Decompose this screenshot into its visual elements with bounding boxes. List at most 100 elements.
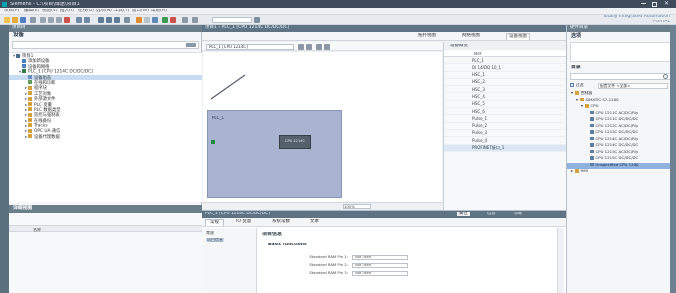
project-tree-filter[interactable]: [12, 41, 199, 49]
menu-item-window[interactable]: 窗口(W): [132, 9, 149, 14]
device-dropdown[interactable]: PLC_1 [CPU 1214C]: [206, 43, 294, 50]
paste-icon[interactable]: [56, 17, 62, 23]
column-module[interactable]: 模块: [474, 52, 482, 56]
menu-item-online[interactable]: 在线(O): [78, 9, 94, 14]
undo-icon[interactable]: [76, 17, 82, 23]
details-view-header[interactable]: 详细视图: [9, 205, 202, 213]
editor-view-tabs: 拓扑视图 网络视图 设备视图: [202, 32, 566, 41]
maximize-icon[interactable]: [652, 1, 657, 7]
menu-item-insert[interactable]: 插入(I): [60, 9, 74, 14]
overview-row[interactable]: DI 14/DQ 10_1: [444, 64, 567, 72]
tree-item-icon: [28, 128, 32, 133]
search-project-icon[interactable]: [254, 17, 260, 23]
property-field-input[interactable]: Not used: [352, 255, 408, 260]
tab-device-view[interactable]: 设备视图: [506, 33, 530, 40]
canvas-scrollbar[interactable]: 100%: [203, 202, 442, 210]
property-field-input[interactable]: Not used: [352, 263, 408, 268]
tab-diagnostics[interactable]: 诊断: [514, 212, 523, 216]
show-labels-icon[interactable]: [316, 43, 322, 50]
catalog-section-title[interactable]: 目录: [567, 65, 676, 72]
overview-row[interactable]: HSC_5: [444, 101, 567, 109]
overview-row[interactable]: HSC_4: [444, 93, 567, 101]
search-project-field[interactable]: [212, 17, 252, 23]
menu-item-view[interactable]: 视图(V): [42, 9, 58, 14]
menu-item-edit[interactable]: 编辑(E): [24, 9, 39, 14]
tab-general[interactable]: 常规: [205, 219, 224, 226]
upload-icon[interactable]: [114, 17, 120, 23]
zoom-level-select[interactable]: 100%: [343, 204, 371, 209]
download-icon[interactable]: [106, 17, 112, 23]
start-cpu-icon[interactable]: [162, 17, 168, 23]
tab-topology-view[interactable]: 拓扑视图: [416, 33, 438, 40]
tree-view-toggle-icon[interactable]: [186, 43, 196, 47]
nav-item-general[interactable]: 常规: [206, 231, 214, 235]
task-cards-side-tabs[interactable]: [670, 25, 676, 293]
tree-item-icon: [28, 75, 32, 80]
tab-texts[interactable]: 文本: [306, 219, 323, 226]
overview-row[interactable]: HSC_2: [444, 79, 567, 87]
close-icon[interactable]: ✕: [664, 1, 669, 7]
nav-item-project-info[interactable]: 项目信息: [206, 238, 224, 242]
tab-info[interactable]: 信息: [487, 212, 496, 216]
profile-dropdown[interactable]: 配置文件 <全部>: [598, 83, 668, 89]
overview-row[interactable]: HSC_3: [444, 86, 567, 94]
plc-rack[interactable]: PLC_1 CPU 1214C: [207, 110, 342, 198]
inspector-tabs: 常规 IO 变量 系统常数 文本: [202, 218, 566, 227]
catalog-search-input[interactable]: [570, 73, 674, 80]
details-column-header: 名称: [9, 225, 202, 232]
catalog-search-icon[interactable]: [663, 74, 668, 79]
cross-reference-icon[interactable]: [182, 17, 188, 23]
redo-icon[interactable]: [84, 17, 90, 23]
inspector-window: PLC_1 [CPU 1214C DC/DC/DC] 属性 信息 诊断 常规 I…: [202, 210, 566, 293]
tree-item-icon: [28, 96, 32, 101]
catalog-item[interactable]: ▸ HMI: [567, 169, 676, 176]
tab-properties[interactable]: 属性: [457, 212, 470, 217]
new-project-icon[interactable]: [4, 17, 10, 23]
filter-checkbox[interactable]: [570, 83, 574, 87]
tab-io-tags[interactable]: IO 变量: [232, 219, 255, 226]
details-column-name[interactable]: 名称: [33, 228, 41, 232]
overview-row[interactable]: HSC_6: [444, 108, 567, 116]
tab-network-view[interactable]: 网络视图: [460, 33, 482, 40]
go-offline-icon[interactable]: [144, 17, 150, 23]
tree-item-label: PLC_1 [CPU 1214C DC/DC/DC]: [28, 69, 93, 75]
rack-label: PLC_1: [212, 116, 236, 125]
tree-item[interactable]: ▸ 设备代理数据: [9, 134, 202, 140]
print-icon[interactable]: [30, 17, 36, 23]
device-editor: 项目1 › PLC_1 [CPU 1214C DC/DC/DC] 拓扑视图 网络…: [202, 25, 567, 210]
copy-icon[interactable]: [48, 17, 54, 23]
inspector-header: PLC_1 [CPU 1214C DC/DC/DC] 属性 信息 诊断: [202, 211, 566, 218]
compile-icon[interactable]: [98, 17, 104, 23]
zoom-out-icon[interactable]: [306, 43, 312, 50]
tab-device-overview[interactable]: 设备概览: [450, 44, 468, 49]
save-project-icon[interactable]: [20, 17, 26, 23]
simulation-icon[interactable]: [124, 17, 130, 23]
overview-row[interactable]: Pulse_1: [444, 115, 567, 123]
minimize-icon[interactable]: [641, 3, 646, 4]
tab-system-constants[interactable]: 系统常数: [268, 219, 294, 226]
go-online-icon[interactable]: [136, 17, 142, 23]
cpu-module[interactable]: CPU 1214C: [279, 135, 311, 149]
overview-row[interactable]: HSC_1: [444, 72, 567, 79]
split-editor-icon[interactable]: [192, 17, 198, 23]
fit-view-icon[interactable]: [324, 43, 330, 50]
overview-row[interactable]: Pulse_3: [444, 130, 567, 138]
project-tree-side-tab[interactable]: [0, 25, 9, 293]
menu-item-tools[interactable]: 工具(T): [114, 9, 129, 14]
accessible-devices-icon[interactable]: [152, 17, 158, 23]
menu-item-help[interactable]: 帮助(H): [151, 9, 167, 14]
overview-row[interactable]: Pulse_2: [444, 123, 567, 130]
overview-row[interactable]: PLC_1: [444, 57, 567, 65]
property-field-input[interactable]: Not used: [352, 271, 408, 276]
overview-row[interactable]: Pulse_4: [444, 137, 567, 145]
open-project-icon[interactable]: [12, 17, 18, 23]
zoom-in-icon[interactable]: [298, 43, 304, 50]
delete-icon[interactable]: [64, 17, 70, 23]
cut-icon[interactable]: [40, 17, 46, 23]
stop-cpu-icon[interactable]: [170, 17, 176, 23]
menu-item-project[interactable]: 项目(P): [4, 9, 19, 14]
inspector-scrollbar[interactable]: [557, 228, 564, 293]
overview-row[interactable]: PROFINET接口_1: [444, 144, 567, 152]
device-canvas[interactable]: PLC_1 CPU 1214C: [203, 52, 442, 202]
menu-item-options[interactable]: 选项(N): [96, 9, 112, 14]
